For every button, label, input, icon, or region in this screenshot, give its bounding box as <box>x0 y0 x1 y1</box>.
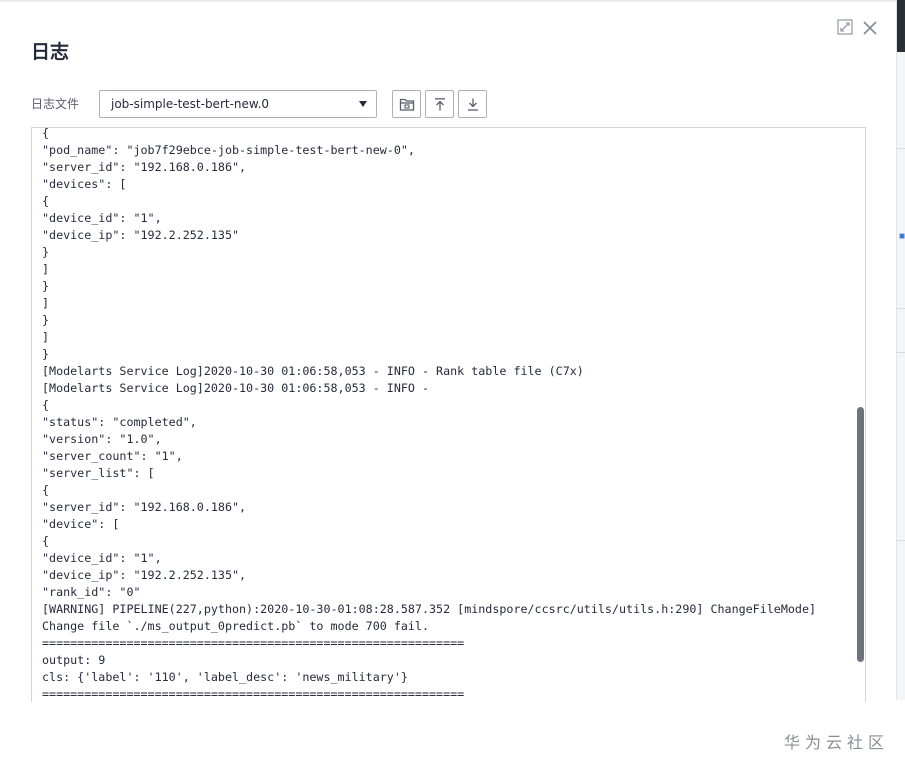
background-divider <box>897 308 905 309</box>
log-line: output: 9 <box>42 653 106 667</box>
log-line: [WARNING] PIPELINE(227,python):2020-10-3… <box>42 602 817 616</box>
log-line: ] <box>42 262 50 276</box>
log-line: cls: {'label': '110', 'label_desc': 'new… <box>42 670 408 684</box>
log-line: ========================================… <box>42 636 465 650</box>
log-line: "device": [ <box>42 517 120 531</box>
log-line: "server_list": [ <box>42 466 155 480</box>
background-header <box>897 0 905 52</box>
log-line: { <box>42 194 50 208</box>
log-line: { <box>42 398 50 412</box>
log-dialog: 日志 日志文件 job-simple-test-bert-new.0 {"po… <box>0 2 896 702</box>
log-line: ] <box>42 296 50 310</box>
log-line: "server_count": "1", <box>42 449 183 463</box>
log-viewer[interactable]: { "pod_name": "job7f29ebce-job-simple-tes… <box>31 127 866 702</box>
log-line: "server_id": "192.168.0.186", <box>42 500 247 514</box>
log-line: } <box>42 313 50 327</box>
log-line: "device_id": "1", <box>42 211 162 225</box>
log-file-label: 日志文件 <box>31 97 80 111</box>
background-divider <box>897 148 905 149</box>
log-line: "device_ip": "192.2.252.135", <box>42 568 247 582</box>
log-line: ========================================… <box>42 687 465 701</box>
log-line: { <box>42 534 50 548</box>
dialog-title: 日志 <box>31 41 70 63</box>
log-file-select-value: job-simple-test-bert-new.0 <box>111 97 270 111</box>
arrow-up-to-top-icon <box>435 98 445 111</box>
log-line: Change file `./ms_output_0predict.pb` to… <box>42 619 430 633</box>
screen: ■ 日志 日志文件 job-simple-test-bert-new.0 {"… <box>0 0 905 765</box>
background-link-fragment: ■ <box>899 232 905 242</box>
download-icon <box>468 98 478 111</box>
background-page-strip: ■ <box>896 0 905 700</box>
log-content: { "pod_name": "job7f29ebce-job-simple-tes… <box>42 127 817 702</box>
log-line: "pod_name": "job7f29ebce-job-simple-test… <box>42 143 415 157</box>
log-line: "rank_id": "0" <box>42 585 141 599</box>
log-scrollbar-thumb[interactable] <box>857 407 864 662</box>
log-line: } <box>42 279 50 293</box>
scroll-to-top-button[interactable] <box>425 90 454 118</box>
log-line: "device_id": "1", <box>42 551 162 565</box>
log-line: { <box>42 483 50 497</box>
maximize-icon[interactable] <box>836 18 856 38</box>
watermark: 华为云社区 <box>784 733 890 752</box>
close-icon[interactable] <box>860 18 880 38</box>
log-line: "server_id": "192.168.0.186", <box>42 160 247 174</box>
log-line: [Modelarts Service Log]2020-10-30 01:06:… <box>42 381 430 395</box>
log-line: "device_ip": "192.2.252.135" <box>42 228 240 242</box>
open-folder-button[interactable] <box>392 90 421 118</box>
folder-icon <box>399 98 415 111</box>
log-line: { <box>42 127 50 140</box>
log-line: } <box>42 347 50 361</box>
log-line: "status": "completed", <box>42 415 197 429</box>
log-line: } <box>42 245 50 259</box>
chevron-down-icon <box>359 101 367 107</box>
background-divider <box>897 352 905 353</box>
log-line: "devices": [ <box>42 177 127 191</box>
download-button[interactable] <box>458 90 487 118</box>
log-line: [Modelarts Service Log]2020-10-30 01:06:… <box>42 364 584 378</box>
log-file-select[interactable]: job-simple-test-bert-new.0 <box>99 90 377 118</box>
log-line: "version": "1.0", <box>42 432 162 446</box>
background-divider <box>897 540 905 541</box>
log-line: ] <box>42 330 50 344</box>
